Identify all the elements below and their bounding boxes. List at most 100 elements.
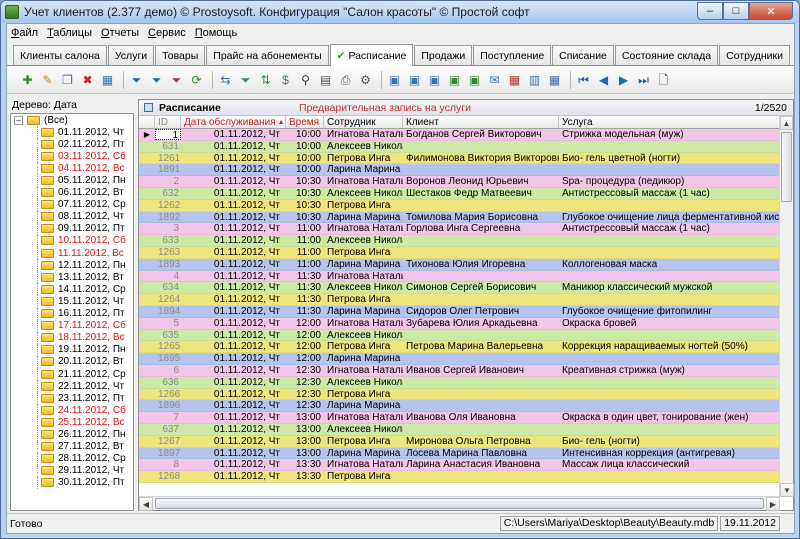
cell-staff[interactable]: Алексеев Николай [324, 377, 403, 388]
cell-date[interactable]: 01.11.2012, Чт [181, 459, 286, 470]
cell-staff[interactable]: Алексеев Николай [324, 188, 403, 199]
cell-client[interactable] [403, 353, 559, 364]
cell-service[interactable]: Маникюр классический мужской [559, 282, 780, 293]
cell-time[interactable]: 11:00 [286, 235, 324, 246]
tree-item[interactable]: 04.11.2012, Вс [11, 162, 133, 175]
print-preview-icon[interactable]: ▤ [317, 71, 334, 88]
tree-item[interactable]: 24.11.2012, Сб [11, 404, 133, 417]
cell-staff[interactable]: Игнатова Наталья [324, 365, 403, 376]
table-row[interactable]: 1897 01.11.2012, Чт 13:00 Ларина Марина Лосе… [139, 447, 780, 460]
cell-client[interactable]: Тихонова Юлия Игоревна [403, 259, 559, 270]
cell-service[interactable]: Коррекция наращиваемых ногтей (50%) [559, 341, 780, 352]
table-row[interactable]: ▶ 1 01.11.2012, Чт 10:00 Игнатова Наталья Бог… [139, 129, 780, 141]
cell-staff[interactable]: Петрова Инга [324, 200, 403, 211]
cell-client[interactable] [403, 471, 559, 482]
cell-staff[interactable]: Ларина Марина [324, 448, 403, 459]
cell-time[interactable]: 11:30 [286, 294, 324, 305]
cell-staff[interactable]: Петрова Инга [324, 341, 403, 352]
date-tree[interactable]: – (Все) 01.11.2012, Чт 02.11.2012, Пт 03.11.… [10, 113, 134, 511]
cell-time[interactable]: 12:00 [286, 341, 324, 352]
table-row[interactable]: 63601.11.2012, Чт12:30Алексеев Николай [139, 376, 780, 389]
cell-service[interactable] [559, 271, 780, 282]
table-row[interactable]: 63401.11.2012, Чт11:30Алексеев НиколайСи… [139, 282, 780, 295]
last-icon[interactable]: ⏭ [635, 71, 652, 88]
tree-item[interactable]: 08.11.2012, Чт [11, 210, 133, 223]
cell-time[interactable]: 10:30 [286, 176, 324, 187]
cell-service[interactable]: Коллогеновая маска [559, 259, 780, 270]
cell-date[interactable]: 01.11.2012, Чт [181, 330, 286, 341]
cell-staff[interactable]: Петрова Инга [324, 153, 403, 164]
cell-client[interactable]: Иванов Сергей Иванович [403, 365, 559, 376]
cell-id[interactable]: 1267 [155, 436, 181, 447]
cell-staff[interactable]: Петрова Инга [324, 247, 403, 258]
close-button[interactable]: ✕ [749, 2, 793, 20]
cell-id[interactable]: 632 [155, 188, 181, 199]
cell-client[interactable]: Богданов Сергей Викторович [403, 129, 559, 140]
hscroll-thumb[interactable] [155, 498, 764, 509]
cell-date[interactable]: 01.11.2012, Чт [181, 424, 286, 435]
cell-staff[interactable]: Игнатова Наталья [324, 318, 403, 329]
cell-id[interactable]: 8 [155, 459, 181, 470]
cell-staff[interactable]: Игнатова Наталья [324, 176, 403, 187]
cell-id[interactable]: 635 [155, 330, 181, 341]
cell-client[interactable]: Симонов Сергей Борисович [403, 282, 559, 293]
cell-date[interactable]: 01.11.2012, Чт [181, 164, 286, 175]
tree-item[interactable]: 19.11.2012, Пн [11, 343, 133, 356]
cell-client[interactable]: Филимонова Виктория Викторовна [403, 153, 559, 164]
cell-service[interactable] [559, 424, 780, 435]
table-row[interactable]: 63501.11.2012, Чт12:00Алексеев Николай [139, 329, 780, 342]
collapse-icon[interactable]: – [14, 115, 23, 125]
cell-time[interactable]: 13:30 [286, 471, 324, 482]
cell-id[interactable]: 1892 [155, 212, 181, 223]
cell-time[interactable]: 13:00 [286, 424, 324, 435]
cell-client[interactable]: Шестаков Федр Матвеевич [403, 188, 559, 199]
menu-item-3[interactable]: Сервис [148, 27, 186, 39]
tree-item[interactable]: 01.11.2012, Чт [11, 126, 133, 139]
cell-id[interactable]: 1266 [155, 389, 181, 400]
tab-6[interactable]: Поступление [473, 45, 552, 65]
table-row[interactable]: 1263 01.11.2012, Чт 11:00 Петрова Инга [139, 246, 780, 259]
maximize-button[interactable]: □ [723, 2, 749, 20]
cell-staff[interactable]: Петрова Инга [324, 471, 403, 482]
cell-time[interactable]: 10:30 [286, 212, 324, 223]
cell-date[interactable]: 01.11.2012, Чт [181, 212, 286, 223]
cell-date[interactable]: 01.11.2012, Чт [181, 377, 286, 388]
cell-date[interactable]: 01.11.2012, Чт [181, 141, 286, 152]
cell-client[interactable]: Лосева Марина Павловна [403, 448, 559, 459]
view-icon-3[interactable]: ▣ [426, 71, 443, 88]
column-header-2[interactable]: Время▲2 [286, 116, 324, 128]
cell-staff[interactable]: Игнатова Наталья [324, 271, 403, 282]
cell-client[interactable] [403, 377, 559, 388]
cell-time[interactable]: 11:00 [286, 259, 324, 270]
cell-time[interactable]: 10:30 [286, 200, 324, 211]
table-row[interactable]: 8 01.11.2012, Чт 13:30 Игнатова Наталья Лари… [139, 459, 780, 472]
tree-item[interactable]: 10.11.2012, Сб [11, 234, 133, 248]
cell-service[interactable] [559, 235, 780, 246]
tree-item[interactable]: 27.11.2012, Вт [11, 440, 133, 453]
cell-service[interactable]: Био- гель (ногти) [559, 436, 780, 447]
delete-icon[interactable]: ✖ [79, 71, 96, 88]
cell-date[interactable]: 01.11.2012, Чт [181, 306, 286, 317]
tree-item[interactable]: 05.11.2012, Пн [11, 174, 133, 187]
table-row[interactable]: 1266 01.11.2012, Чт 12:30 Петрова Инга [139, 388, 780, 401]
cell-id[interactable]: 2 [155, 176, 181, 187]
tree-item[interactable]: 13.11.2012, Вт [11, 271, 133, 284]
cell-id[interactable]: 1261 [155, 153, 181, 164]
cell-staff[interactable]: Игнатова Наталья [324, 412, 403, 423]
tree-item[interactable]: 23.11.2012, Пт [11, 392, 133, 405]
tree-item[interactable]: 16.11.2012, Пт [11, 307, 133, 320]
tab-0[interactable]: Клиенты салона [13, 45, 107, 65]
tree-item[interactable]: 30.11.2012, Пт [11, 476, 133, 489]
cell-client[interactable]: Воронов Леонид Юрьевич [403, 176, 559, 187]
cell-staff[interactable]: Алексеев Николай [324, 330, 403, 341]
table-row[interactable]: 1268 01.11.2012, Чт 13:30 Петрова Инга [139, 471, 780, 483]
cell-time[interactable]: 11:00 [286, 223, 324, 234]
cell-date[interactable]: 01.11.2012, Чт [181, 282, 286, 293]
cell-staff[interactable]: Алексеев Николай [324, 424, 403, 435]
calendar-icon[interactable]: ▦ [506, 71, 523, 88]
next-icon[interactable]: ▶ [615, 71, 632, 88]
table-row[interactable]: 1262 01.11.2012, Чт 10:30 Петрова Инга [139, 199, 780, 212]
cell-date[interactable]: 01.11.2012, Чт [181, 365, 286, 376]
cell-client[interactable]: Иванова Оля Ивановна [403, 412, 559, 423]
scroll-right-arrow[interactable]: ▶ [766, 497, 780, 511]
